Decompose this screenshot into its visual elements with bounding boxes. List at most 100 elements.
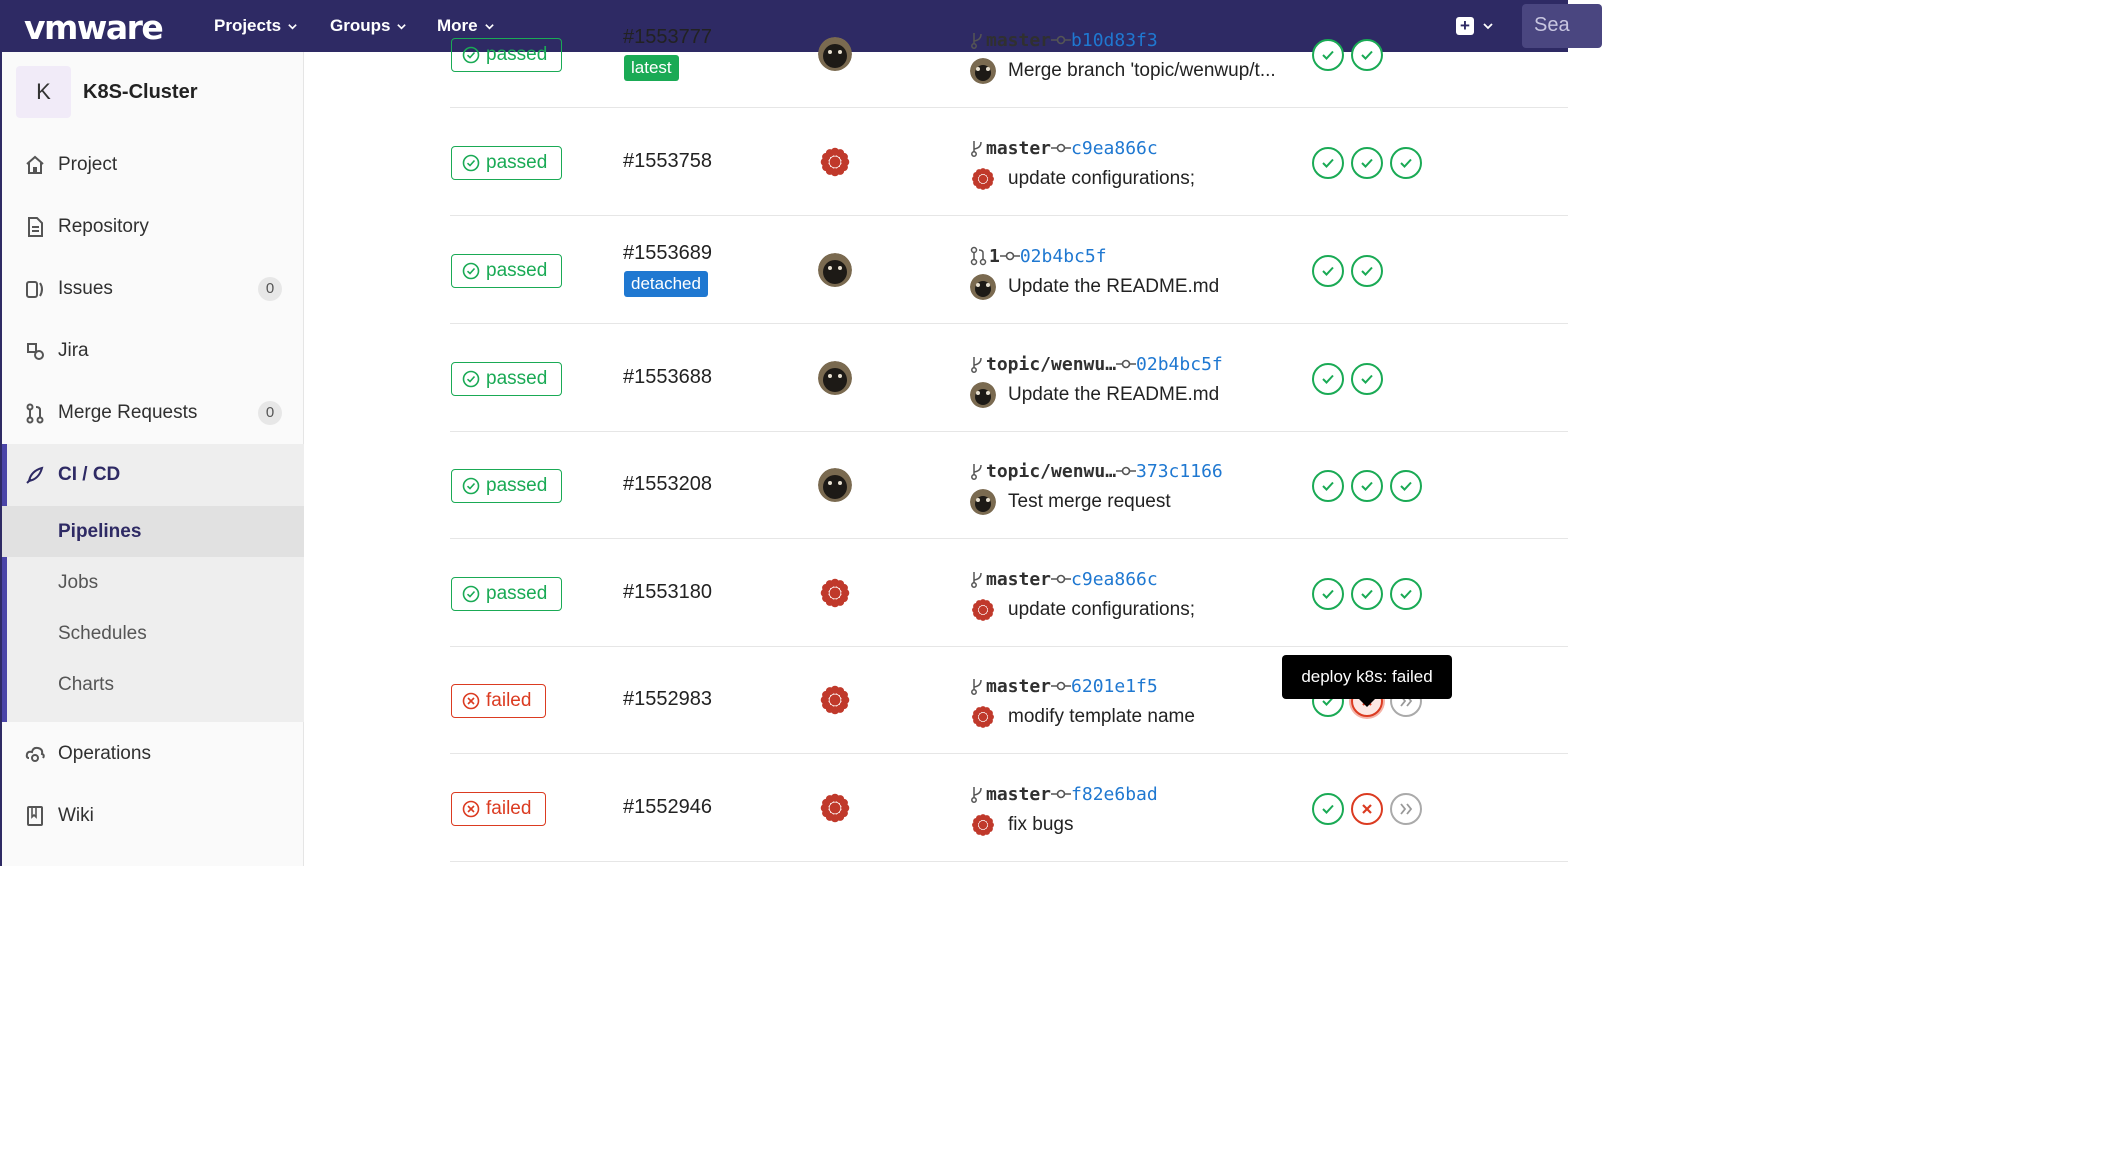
pipeline-id-link[interactable]: #1553688: [623, 366, 712, 389]
pipeline-id-link[interactable]: #1552946: [623, 796, 712, 819]
nav-groups[interactable]: Groups: [330, 0, 407, 52]
chevron-down-icon: [397, 23, 407, 30]
pipeline-id-link[interactable]: #1553777: [623, 26, 712, 49]
branch-name-link[interactable]: master: [986, 30, 1051, 51]
pipeline-status-badge[interactable]: passed: [451, 469, 563, 503]
commit-ref: master f82e6bad: [970, 782, 1158, 806]
pipeline-tag-badge: latest: [624, 55, 679, 81]
pipeline-id-link[interactable]: #1553180: [623, 581, 712, 604]
commit-icon: [1051, 35, 1072, 45]
stage-success-button[interactable]: [1312, 363, 1344, 395]
commit-message-link[interactable]: fix bugs: [1008, 814, 1073, 836]
commit-sha-link[interactable]: 6201e1f5: [1071, 676, 1158, 697]
sidebar-item-project[interactable]: Project: [2, 140, 304, 190]
stage-success-button[interactable]: [1390, 470, 1422, 502]
commit-sha-link[interactable]: 02b4bc5f: [1020, 246, 1107, 267]
stage-success-button[interactable]: [1351, 363, 1383, 395]
commit-sha-link[interactable]: f82e6bad: [1071, 784, 1158, 805]
commit-message-link[interactable]: update configurations;: [1008, 168, 1195, 190]
sidebar-item-wiki[interactable]: Wiki: [2, 791, 304, 841]
stage-success-button[interactable]: [1312, 147, 1344, 179]
check-icon: [1361, 266, 1373, 276]
commit-message-link[interactable]: Merge branch 'topic/wenwup/t...: [1008, 60, 1276, 82]
pipeline-status-badge[interactable]: passed: [451, 254, 563, 288]
pipeline-id-link[interactable]: #1553208: [623, 473, 712, 496]
stage-success-button[interactable]: [1351, 255, 1383, 287]
stage-success-button[interactable]: [1351, 578, 1383, 610]
pipeline-status-badge[interactable]: failed: [451, 792, 547, 826]
branch-name-link[interactable]: master: [986, 138, 1051, 159]
sidebar-item-label: Project: [58, 154, 118, 175]
pipeline-status-badge[interactable]: passed: [451, 577, 563, 611]
stage-success-button[interactable]: [1390, 147, 1422, 179]
triggerer-avatar[interactable]: [818, 253, 852, 287]
commit-author-avatar: [970, 489, 996, 515]
commit-sha-link[interactable]: 373c1166: [1136, 461, 1223, 482]
sidebar-item-repository[interactable]: Repository: [2, 202, 304, 252]
stage-success-button[interactable]: [1351, 147, 1383, 179]
branch-name-link[interactable]: topic/wenwu…: [986, 461, 1116, 482]
sidebar-subitem-jobs[interactable]: Jobs: [2, 557, 304, 608]
pipeline-id-link[interactable]: #1553758: [623, 150, 712, 173]
commit-author-avatar: [970, 166, 996, 192]
commit-ref: master b10d83f3: [970, 28, 1158, 52]
commit-message-link[interactable]: Update the README.md: [1008, 276, 1219, 298]
stage-success-button[interactable]: [1312, 578, 1344, 610]
nav-projects[interactable]: Projects: [214, 0, 298, 52]
stage-success-button[interactable]: [1312, 255, 1344, 287]
sidebar-item-issues[interactable]: Issues 0: [2, 264, 304, 314]
triggerer-avatar[interactable]: [818, 576, 852, 610]
commit-sha-link[interactable]: c9ea866c: [1071, 569, 1158, 590]
pipeline-id-link[interactable]: #1553689: [623, 242, 712, 265]
pipeline-status-badge[interactable]: passed: [451, 362, 563, 396]
stage-success-button[interactable]: [1351, 39, 1383, 71]
commit-message-link[interactable]: Update the README.md: [1008, 384, 1219, 406]
sidebar-item-merge-requests[interactable]: Merge Requests 0: [2, 388, 304, 438]
branch-name-link[interactable]: master: [986, 676, 1051, 697]
stage-failed-button[interactable]: [1351, 793, 1383, 825]
stage-success-button[interactable]: [1312, 39, 1344, 71]
commit-message-link[interactable]: Test merge request: [1008, 491, 1171, 513]
sidebar-item-operations[interactable]: Operations: [2, 729, 304, 779]
pipeline-status-badge[interactable]: passed: [451, 146, 563, 180]
commit-message-link[interactable]: update configurations;: [1008, 599, 1195, 621]
stage-skipped-button[interactable]: [1390, 793, 1422, 825]
sidebar-subitem-pipelines[interactable]: Pipelines: [2, 506, 304, 557]
stage-success-button[interactable]: [1390, 578, 1422, 610]
pipeline-status-badge[interactable]: failed: [451, 684, 547, 718]
pipeline-id-link[interactable]: #1552983: [623, 688, 712, 711]
commit-sha-link[interactable]: c9ea866c: [1071, 138, 1158, 159]
pipeline-status-badge[interactable]: passed: [451, 38, 563, 72]
nav-projects-label: Projects: [214, 16, 282, 35]
triggerer-avatar[interactable]: [818, 361, 852, 395]
commit-sha-link[interactable]: 02b4bc5f: [1136, 354, 1223, 375]
commit-message-line: update configurations;: [970, 164, 1195, 194]
triggerer-avatar[interactable]: [818, 683, 852, 717]
project-header[interactable]: K K8S-Cluster: [16, 66, 197, 118]
sidebar-item-cicd[interactable]: CI / CD: [2, 444, 304, 506]
stage-success-button[interactable]: [1351, 470, 1383, 502]
stage-success-button[interactable]: [1312, 793, 1344, 825]
branch-name-link[interactable]: master: [986, 784, 1051, 805]
branch-name-link[interactable]: topic/wenwu…: [986, 354, 1116, 375]
commit-sha-link[interactable]: b10d83f3: [1071, 30, 1158, 51]
cloud-gear-icon: [25, 746, 45, 762]
commit-author-avatar: [970, 812, 996, 838]
sidebar-item-label: Operations: [58, 743, 151, 764]
vmware-logo[interactable]: vmware: [24, 8, 164, 47]
triggerer-avatar[interactable]: [818, 468, 852, 502]
sidebar-subitem-schedules[interactable]: Schedules: [2, 608, 304, 659]
stage-success-button[interactable]: [1312, 470, 1344, 502]
branch-name-link[interactable]: 1: [989, 246, 1000, 267]
triggerer-avatar[interactable]: [818, 791, 852, 825]
merge-request-icon: [26, 403, 44, 424]
sidebar-subitem-charts[interactable]: Charts: [2, 659, 304, 710]
sidebar-item-jira[interactable]: Jira: [2, 326, 304, 376]
triggerer-avatar[interactable]: [818, 145, 852, 179]
status-success-icon: [462, 477, 480, 495]
project-name: K8S-Cluster: [83, 80, 198, 103]
commit-message-link[interactable]: modify template name: [1008, 706, 1195, 728]
triggerer-avatar[interactable]: [818, 37, 852, 71]
branch-name-link[interactable]: master: [986, 569, 1051, 590]
pipeline-status-label: passed: [486, 475, 548, 496]
